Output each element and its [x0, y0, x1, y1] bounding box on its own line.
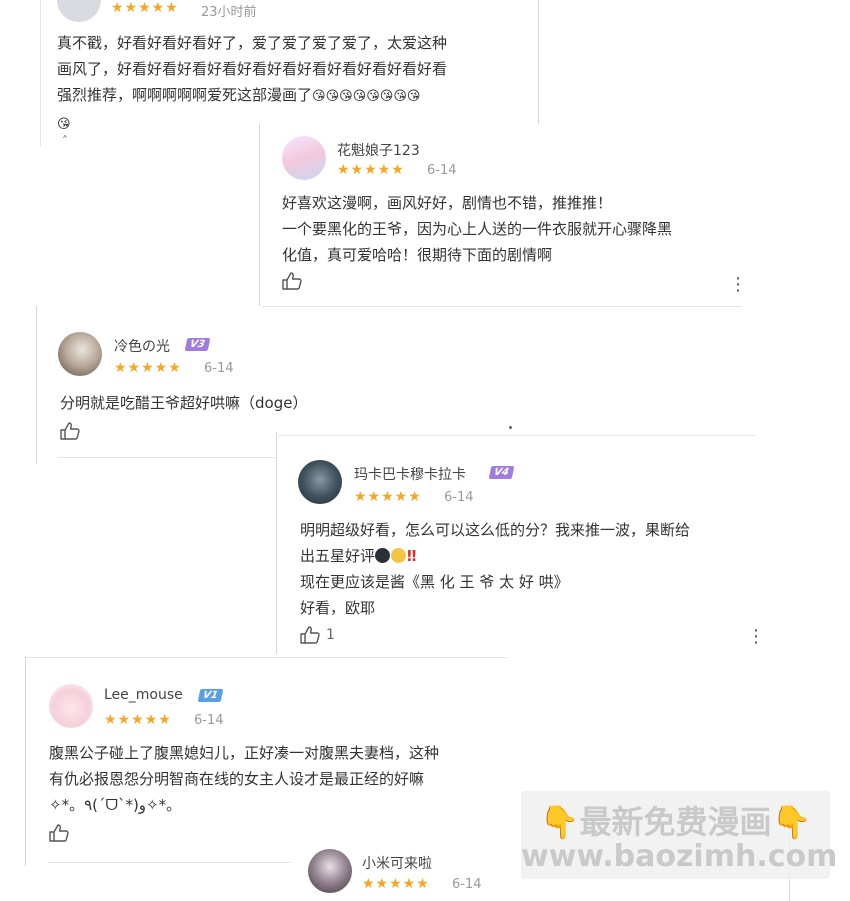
rating-stars: ★★★★★ [114, 360, 182, 376]
comment-text: 明明超级好看，怎么可以这么低的分？我来推一波，果断给 出五星好评 ‼ 现在更应该是… [300, 521, 691, 617]
like-button[interactable]: 1 [300, 626, 335, 644]
username[interactable]: Lee_mouse [104, 687, 183, 703]
vip-badge: V3 [184, 338, 211, 351]
rating-stars: ★★★★★ [354, 489, 422, 505]
comment-text: 腹黑公子碰上了腹黑媳妇儿，正好凑一对腹黑夫妻档，这种 有仇必报恩怨分明智商在线的… [49, 744, 440, 814]
pointing-down-icon: 👇 [771, 803, 812, 841]
like-count: 1 [326, 627, 335, 643]
rating-stars: ★★★★★ [362, 876, 430, 892]
comment-date: 6-14 [194, 713, 224, 728]
comment-card: 玛卡巴卡穆卡拉卡 V4 ★★★★★ 6-14 明明超级好看，怎么可以这么低的分？… [278, 438, 765, 654]
double-exclamation-icon: ‼ [407, 547, 417, 565]
avatar[interactable] [308, 849, 352, 893]
divider [262, 306, 742, 307]
divider [538, 0, 539, 124]
divider [26, 657, 508, 658]
comment-date: 23小时前 [201, 5, 257, 20]
divider [276, 432, 277, 654]
divider [58, 457, 276, 458]
collapse-caret-icon[interactable]: ˄ [62, 134, 68, 148]
divider [278, 435, 756, 436]
black-circle-emoji [375, 548, 391, 563]
dot [509, 426, 512, 429]
comment-date: 6-14 [444, 490, 474, 505]
username[interactable]: 小米可来啦 [362, 853, 432, 873]
comment-date: 6-14 [452, 877, 482, 892]
username[interactable]: 玛卡巴卡穆卡拉卡 [354, 464, 466, 484]
avatar[interactable] [298, 460, 342, 504]
comment-date: 6-14 [204, 361, 234, 376]
vip-badge: V1 [197, 689, 224, 702]
like-button[interactable] [282, 272, 302, 290]
divider [36, 306, 37, 464]
avatar[interactable] [57, 0, 101, 22]
rating-stars: ★★★★★ [104, 712, 172, 728]
comment-card: 冷色の光 V3 ★★★★★ 6-14 分明就是吃醋王爷超好哄嘛（doge） [38, 310, 307, 458]
watermark: 👇最新免费漫画👇 www.baozimh.com [521, 791, 838, 879]
watermark-title: 👇最新免费漫画👇 [539, 803, 812, 841]
avatar[interactable] [58, 332, 102, 376]
vip-badge: V4 [488, 466, 515, 479]
rating-stars: ★★★★★ [337, 162, 405, 178]
comment-text: 真不戳，好看好看好看好了，爱了爱了爱了爱了，太爱这种 画风了，好看好看好看好看好… [57, 34, 448, 132]
comment-card: Lee_mouse V1 ★★★★★ 6-14 腹黑公子碰上了腹黑媳妇儿，正好凑… [27, 660, 517, 865]
divider [259, 124, 260, 306]
divider [25, 656, 26, 866]
like-button[interactable] [49, 824, 69, 842]
avatar[interactable] [282, 136, 326, 180]
comment-date: 6-14 [427, 163, 457, 178]
comment-card: 花魁娘子123 ★★★★★ 6-14 好喜欢这漫啊，画风好好，剧情也不错，推推推… [262, 126, 747, 304]
thumbs-up-icon [49, 824, 69, 842]
pointing-down-icon: 👇 [539, 803, 580, 841]
thumbs-up-icon [60, 422, 80, 440]
thumbs-up-icon [282, 272, 302, 290]
comment-text: 分明就是吃醋王爷超好哄嘛（doge） [60, 394, 308, 412]
rating-stars: ★★★★★ [111, 0, 179, 16]
watermark-url: www.baozimh.com [521, 839, 838, 874]
more-options-icon[interactable]: ⋮ [747, 628, 765, 646]
face-emoji [391, 548, 407, 563]
avatar[interactable] [49, 684, 93, 728]
comment-text: 好喜欢这漫啊，画风好好，剧情也不错，推推推！ 一个要黑化的王爷，因为心上人送的一… [282, 194, 673, 264]
username[interactable]: 花魁娘子123 [337, 140, 420, 160]
like-button[interactable] [60, 422, 80, 440]
more-options-icon[interactable]: ⋮ [729, 276, 747, 294]
thumbs-up-icon [300, 626, 320, 644]
kiss-emoji: 😘 [57, 117, 71, 132]
divider [40, 0, 41, 146]
username[interactable]: 冷色の光 [114, 336, 170, 356]
kiss-emoji-row: 😘😘😘😘😘😘😘😘 [312, 89, 421, 104]
comment-card: ★★★★★ 23小时前 真不戳，好看好看好看好了，爱了爱了爱了爱了，太爱这种 画… [40, 0, 540, 148]
